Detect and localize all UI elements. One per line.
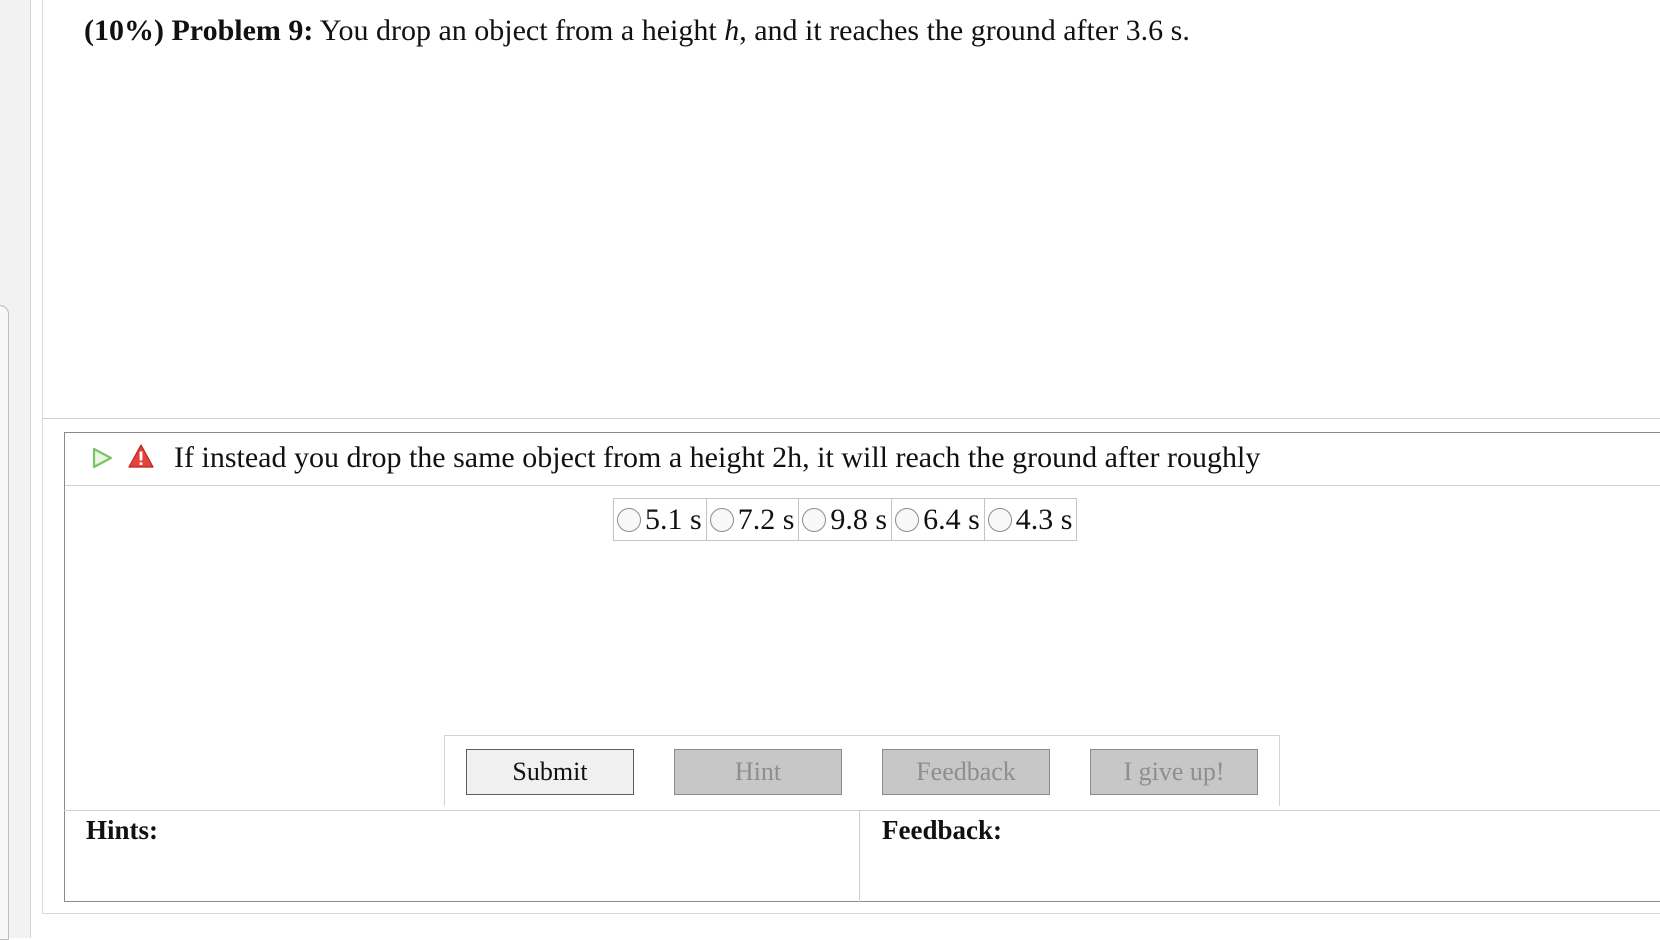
choice-label: 7.2 s bbox=[737, 502, 795, 536]
question-header: If instead you drop the same object from… bbox=[65, 433, 1660, 486]
feedback-label: Feedback: bbox=[882, 815, 1002, 845]
submit-button[interactable]: Submit bbox=[466, 749, 634, 795]
play-triangle-icon[interactable] bbox=[91, 447, 113, 474]
side-panel-tab[interactable] bbox=[0, 305, 9, 940]
question-text: If instead you drop the same object from… bbox=[174, 441, 1261, 474]
choice-option[interactable]: 5.1 s bbox=[614, 499, 707, 540]
choice-option[interactable]: 9.8 s bbox=[799, 499, 893, 540]
problem-text-after: , and it reaches the ground after 3.6 s. bbox=[739, 14, 1190, 47]
feedback-button[interactable]: Feedback bbox=[882, 749, 1050, 795]
give-up-button[interactable]: I give up! bbox=[1090, 749, 1258, 795]
choice-option[interactable]: 6.4 s bbox=[892, 499, 985, 540]
choice-option[interactable]: 7.2 s bbox=[707, 499, 800, 540]
feedback-panel: Feedback: bbox=[860, 810, 1660, 902]
choice-label: 5.1 s bbox=[645, 502, 702, 536]
radio-button[interactable] bbox=[802, 507, 827, 532]
problem-label: Problem 9: bbox=[171, 14, 314, 47]
problem-statement: (10%) Problem 9: You drop an object from… bbox=[84, 14, 1190, 48]
choice-label: 4.3 s bbox=[1015, 502, 1073, 536]
button-row: Submit Hint Feedback I give up! bbox=[444, 735, 1280, 806]
choice-label: 9.8 s bbox=[830, 502, 888, 536]
choice-label: 6.4 s bbox=[923, 502, 980, 536]
choice-option[interactable]: 4.3 s bbox=[985, 499, 1077, 540]
hints-panel: Hints: bbox=[64, 810, 860, 902]
clipped-top-text bbox=[48, 0, 1648, 4]
radio-button[interactable] bbox=[709, 507, 734, 532]
problem-variable: h bbox=[724, 14, 740, 47]
problem-percent: (10%) bbox=[84, 14, 164, 47]
radio-button[interactable] bbox=[987, 507, 1012, 532]
problem-text-before: You drop an object from a height bbox=[319, 14, 725, 47]
hint-button[interactable]: Hint bbox=[674, 749, 842, 795]
radio-button[interactable] bbox=[617, 507, 641, 532]
radio-button[interactable] bbox=[895, 507, 920, 532]
answer-choices: 5.1 s 7.2 s 9.8 s 6.4 s 4.3 s bbox=[613, 498, 1078, 541]
hints-label: Hints: bbox=[86, 815, 159, 845]
section-divider bbox=[42, 418, 1660, 419]
warning-icon bbox=[128, 443, 154, 474]
